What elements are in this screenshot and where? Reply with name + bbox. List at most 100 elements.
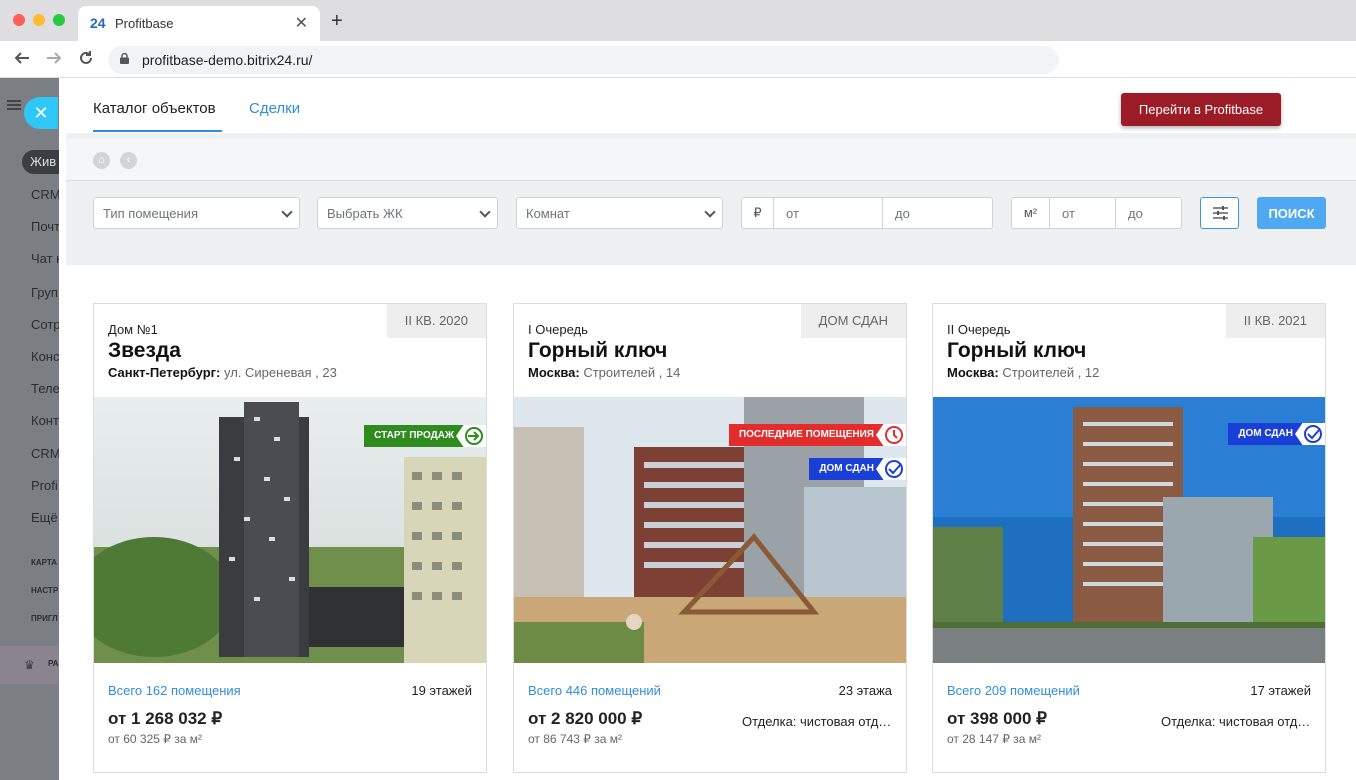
check-circle-icon [876, 458, 906, 480]
deadline-badge: II КВ. 2021 [1225, 304, 1325, 338]
building-photo[interactable]: СТАРТ ПРОДАЖ [94, 397, 486, 663]
sidebar-bottom-bar[interactable]: ♛ РА [0, 646, 59, 684]
deadline-badge: ДОМ СДАН [800, 304, 906, 338]
close-window-button[interactable] [13, 14, 25, 26]
property-card[interactable]: ДОМ СДАН I Очередь Горный ключ Москва: С… [513, 303, 907, 773]
chevron-down-icon [479, 206, 491, 218]
finish-type: Отделка: чистовая отделка [1161, 714, 1311, 729]
bitrix-sidebar: Жив CRM Почт Чат н Груп Сотр Конс Теле К… [0, 78, 59, 780]
price-from: от 1 268 032 ₽ [108, 709, 223, 728]
floors-count: 19 этажей [411, 683, 472, 698]
complex-select[interactable]: Выбрать ЖК [317, 197, 498, 229]
sidebar-item[interactable]: Конс [31, 349, 59, 364]
sidebar-item[interactable]: Почт [31, 219, 59, 234]
card-address: Москва: Строителей , 12 [947, 365, 1100, 380]
clock-icon [876, 424, 906, 446]
area-to-input[interactable]: до [1128, 206, 1143, 221]
card-title[interactable]: Горный ключ [528, 339, 667, 363]
deadline-badge: II КВ. 2020 [386, 304, 486, 338]
close-slider-button[interactable]: ✕ [24, 97, 58, 129]
sidebar-item-active[interactable]: Жив [22, 150, 59, 174]
tab-title: Profitbase [115, 16, 174, 31]
lock-icon [120, 53, 129, 64]
status-badge: ПОСЛЕДНИЕ ПОМЕЩЕНИЯ [728, 424, 906, 446]
m2-unit: м² [1012, 198, 1050, 228]
price-per-m2: от 86 743 ₽ за м² [528, 732, 623, 746]
price-to-input[interactable]: до [895, 206, 910, 221]
card-subtitle: Дом №1 [108, 322, 158, 337]
back-circle-icon[interactable]: ‹ [120, 152, 137, 169]
sidebar-item[interactable]: Теле [31, 381, 59, 396]
floors-count: 23 этажа [838, 683, 892, 698]
price-from: от 398 000 ₽ [947, 709, 1047, 728]
rooms-select[interactable]: Комнат [516, 197, 723, 229]
floors-count: 17 этажей [1250, 683, 1311, 698]
sidebar-item[interactable]: Сотр [31, 317, 59, 332]
sidebar-small-item[interactable]: КАРТА [31, 558, 57, 567]
bitrix24-logo-icon: 24 [90, 15, 106, 31]
card-title[interactable]: Горный ключ [947, 339, 1086, 363]
price-per-m2: от 60 325 ₽ за м² [108, 732, 203, 746]
advanced-filter-button[interactable] [1200, 197, 1239, 229]
card-subtitle: II Очередь [947, 322, 1011, 337]
crown-icon: ♛ [24, 658, 35, 672]
property-card[interactable]: II КВ. 2020 Дом №1 Звезда Санкт-Петербур… [93, 303, 487, 773]
building-photo[interactable]: ДОМ СДАН [933, 397, 1325, 663]
price-from: от 2 820 000 ₽ [528, 709, 643, 728]
browser-tab-bar: 24 Profitbase ✕ + [0, 0, 1356, 41]
area-range: м² от до [1011, 197, 1182, 229]
sidebar-small-item[interactable]: ПРИГЛ [31, 614, 58, 623]
ruble-unit: ₽ [742, 198, 774, 228]
property-card[interactable]: II КВ. 2021 II Очередь Горный ключ Москв… [932, 303, 1326, 773]
home-icon[interactable]: ⌂ [93, 152, 110, 169]
maximize-window-button[interactable] [53, 14, 65, 26]
url-field[interactable]: profitbase-demo.bitrix24.ru/ [108, 46, 1059, 74]
search-button[interactable]: ПОИСК [1257, 197, 1326, 229]
sliders-icon [1213, 206, 1228, 220]
rooms-count-link[interactable]: Всего 209 помещений [947, 683, 1080, 698]
filter-area: ⌂ ‹ Тип помещения Выбрать ЖК Комнат ₽ от… [66, 133, 1356, 265]
minimize-window-button[interactable] [33, 14, 45, 26]
check-circle-icon [1295, 423, 1325, 445]
sidebar-item[interactable]: CRM [31, 187, 59, 202]
breadcrumb: ⌂ ‹ [66, 139, 1356, 181]
active-tab-underline [93, 130, 222, 132]
go-to-profitbase-button[interactable]: Перейти в Profitbase [1121, 93, 1281, 126]
status-badge: ДОМ СДАН [809, 458, 906, 480]
panel-tabs: Каталог объектов Сделки Перейти в Profit… [59, 78, 1356, 134]
area-from-input[interactable]: от [1062, 206, 1075, 221]
sidebar-item[interactable]: Чат н [31, 251, 59, 266]
status-badge: СТАРТ ПРОДАЖ [364, 425, 486, 447]
card-address: Москва: Строителей , 14 [528, 365, 681, 380]
chevron-down-icon [281, 206, 293, 218]
price-range: ₽ от до [741, 197, 993, 229]
sidebar-item[interactable]: Конт [31, 413, 59, 428]
building-photo[interactable]: ПОСЛЕДНИЕ ПОМЕЩЕНИЯ ДОМ СДАН [514, 397, 906, 663]
chevron-down-icon [704, 206, 716, 218]
address-bar: profitbase-demo.bitrix24.ru/ [0, 41, 1356, 78]
back-arrow-icon[interactable] [13, 49, 31, 72]
new-tab-button[interactable]: + [331, 11, 343, 31]
price-from-input[interactable]: от [786, 206, 799, 221]
sidebar-item[interactable]: Ещё [31, 510, 58, 525]
sidebar-item[interactable]: CRM [31, 446, 59, 461]
tab-catalog[interactable]: Каталог объектов [93, 100, 216, 117]
status-badge: ДОМ СДАН [1228, 423, 1325, 445]
room-type-select[interactable]: Тип помещения [93, 197, 300, 229]
browser-tab[interactable]: 24 Profitbase ✕ [78, 6, 320, 41]
tab-deals[interactable]: Сделки [249, 100, 300, 117]
tab-close-icon[interactable]: ✕ [295, 13, 308, 33]
rooms-count-link[interactable]: Всего 446 помещений [528, 683, 661, 698]
arrow-circle-icon [456, 425, 486, 447]
reload-icon[interactable] [77, 49, 95, 72]
menu-icon[interactable] [7, 100, 21, 102]
card-title[interactable]: Звезда [108, 339, 181, 363]
card-subtitle: I Очередь [528, 322, 588, 337]
profitbase-panel: Каталог объектов Сделки Перейти в Profit… [59, 78, 1356, 780]
sidebar-small-item[interactable]: НАСТР [31, 586, 58, 595]
forward-arrow-icon[interactable] [45, 49, 63, 72]
sidebar-item[interactable]: Profi [31, 478, 58, 493]
url-text: profitbase-demo.bitrix24.ru/ [142, 52, 313, 68]
sidebar-item[interactable]: Груп [31, 285, 58, 300]
rooms-count-link[interactable]: Всего 162 помещения [108, 683, 241, 698]
